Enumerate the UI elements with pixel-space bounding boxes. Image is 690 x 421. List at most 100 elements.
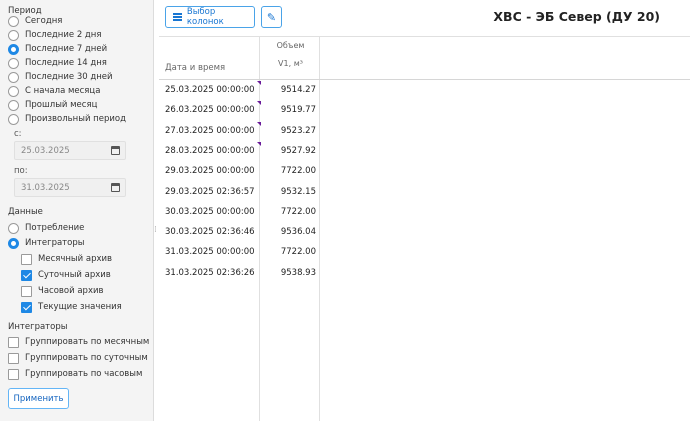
- to-date-field[interactable]: 31.03.2025: [14, 178, 126, 197]
- calendar-icon[interactable]: [111, 146, 120, 155]
- volume-cell: 9538.93: [280, 267, 316, 278]
- radio-icon[interactable]: [8, 99, 19, 111]
- group-hourly[interactable]: Группировать по часовым: [8, 368, 142, 380]
- date-cell: 31.03.2025 00:00:00: [165, 247, 255, 258]
- period-option-label: Последние 30 дней: [25, 72, 113, 82]
- volume-cell: 7722.00: [280, 166, 316, 177]
- table-row[interactable]: 29.03.2025 00:00:00 7722.00: [159, 162, 319, 182]
- checkbox-icon[interactable]: [21, 253, 32, 265]
- table-row[interactable]: 31.03.2025 00:00:00 7722.00: [159, 243, 319, 263]
- period-option-label: Последние 2 дня: [25, 30, 102, 40]
- date-cell: 26.03.2025 00:00:00: [165, 105, 255, 116]
- from-date-field[interactable]: 25.03.2025: [14, 141, 126, 160]
- period-option-month-start[interactable]: С начала месяца: [8, 85, 100, 97]
- volume-cell: 9514.27: [280, 85, 316, 95]
- radio-icon[interactable]: [8, 29, 19, 41]
- table-row[interactable]: 29.03.2025 02:36:57 9532.15: [159, 183, 319, 203]
- period-option-label: Прошлый месяц: [25, 100, 98, 110]
- checkbox-icon[interactable]: [8, 336, 19, 348]
- archive-label: Месячный архив: [38, 254, 113, 264]
- radio-icon[interactable]: [8, 113, 19, 125]
- radio-icon[interactable]: [8, 85, 19, 97]
- filter-sidebar: Период Сегодня Последние 2 дня Последние…: [0, 0, 154, 421]
- cell-marker-icon: [257, 81, 261, 85]
- group-daily[interactable]: Группировать по суточным: [8, 352, 148, 364]
- date-cell: 25.03.2025 00:00:00: [165, 85, 255, 95]
- period-option-2-days[interactable]: Последние 2 дня: [8, 29, 101, 41]
- date-column-header[interactable]: Дата и время: [165, 63, 225, 73]
- archive-label: Текущие значения: [38, 302, 122, 312]
- archive-daily[interactable]: Суточный архив: [21, 269, 111, 281]
- header-divider: [159, 79, 690, 80]
- table-row[interactable]: 26.03.2025 00:00:00 9519.77: [159, 101, 319, 121]
- list-icon: [173, 13, 182, 21]
- group-monthly[interactable]: Группировать по месячным: [8, 336, 149, 348]
- checkbox-icon[interactable]: [8, 352, 19, 364]
- date-cell: 30.03.2025 00:00:00: [165, 206, 255, 217]
- radio-selected-icon[interactable]: [8, 237, 19, 249]
- calendar-icon[interactable]: [111, 183, 120, 192]
- period-option-label: С начала месяца: [25, 86, 101, 96]
- period-option-label: Произвольный период: [25, 114, 126, 124]
- period-option-label: Сегодня: [25, 16, 63, 26]
- archive-hourly[interactable]: Часовой архив: [21, 285, 104, 297]
- integrators-title: Интеграторы: [8, 322, 68, 332]
- date-cell: 29.03.2025 00:00:00: [165, 166, 255, 177]
- period-option-label: Последние 14 дня: [25, 58, 107, 68]
- radio-icon[interactable]: [8, 15, 19, 27]
- volume-cell: 9536.04: [280, 227, 316, 238]
- column-divider[interactable]: [319, 37, 320, 421]
- cell-marker-icon: [257, 101, 261, 106]
- data-option-consumption[interactable]: Потребление: [8, 222, 84, 234]
- group-label: Группировать по суточным: [25, 353, 148, 363]
- checkbox-icon[interactable]: [21, 285, 32, 297]
- data-option-integrators[interactable]: Интеграторы: [8, 237, 84, 249]
- checkbox-icon[interactable]: [8, 368, 19, 380]
- to-date-label: по:: [14, 166, 28, 176]
- date-cell: 31.03.2025 02:36:26: [165, 267, 255, 278]
- period-option-custom[interactable]: Произвольный период: [8, 113, 126, 125]
- radio-icon[interactable]: [8, 222, 19, 234]
- date-cell: 30.03.2025 02:36:46: [165, 227, 255, 238]
- archive-monthly[interactable]: Месячный архив: [21, 253, 112, 265]
- radio-selected-icon[interactable]: [8, 43, 19, 55]
- radio-icon[interactable]: [8, 71, 19, 83]
- page-title: ХВС - ЭБ Север (ДУ 20): [493, 9, 660, 24]
- table-row[interactable]: 30.03.2025 00:00:00 7722.00: [159, 203, 319, 223]
- date-cell: 27.03.2025 00:00:00: [165, 125, 255, 136]
- period-option-today[interactable]: Сегодня: [8, 15, 62, 27]
- volume-group-header: Объем: [276, 41, 305, 50]
- period-option-14-days[interactable]: Последние 14 дня: [8, 57, 107, 69]
- volume-cell: 9532.15: [280, 186, 316, 197]
- apply-button[interactable]: Применить: [8, 388, 69, 409]
- checkbox-checked-icon[interactable]: [21, 269, 32, 281]
- archive-label: Часовой архив: [38, 286, 104, 296]
- from-date-label: с:: [14, 129, 22, 139]
- column-select-label: Выбор колонок: [186, 7, 224, 27]
- period-option-label: Последние 7 дней: [25, 44, 108, 54]
- volume-cell: 9527.92: [280, 145, 316, 156]
- checkbox-checked-icon[interactable]: [21, 301, 32, 313]
- date-cell: 28.03.2025 00:00:00: [165, 145, 255, 156]
- data-option-label: Потребление: [25, 223, 85, 233]
- table-row[interactable]: 27.03.2025 00:00:00 9523.27: [159, 121, 319, 142]
- table-row[interactable]: 28.03.2025 00:00:00 9527.92: [159, 141, 319, 162]
- volume-cell: 7722.00: [280, 206, 316, 217]
- radio-icon[interactable]: [8, 57, 19, 69]
- table-row[interactable]: 31.03.2025 02:36:26 9538.93: [159, 264, 319, 284]
- table-row[interactable]: 25.03.2025 00:00:00 9514.27: [159, 81, 319, 101]
- period-option-last-month[interactable]: Прошлый месяц: [8, 99, 97, 111]
- toolbar: Выбор колонок ✎ ХВС - ЭБ Север (ДУ 20): [159, 0, 690, 36]
- volume-cell: 7722.00: [280, 247, 316, 258]
- column-select-button[interactable]: Выбор колонок: [165, 6, 255, 28]
- volume-column-header[interactable]: V1, м³: [262, 59, 319, 68]
- period-option-7-days[interactable]: Последние 7 дней: [8, 43, 107, 55]
- archive-current[interactable]: Текущие значения: [21, 301, 122, 313]
- data-table: Объем V1, м³ Дата и время 25.03.2025 00:…: [159, 36, 690, 421]
- data-title: Данные: [8, 207, 43, 217]
- cell-marker-icon: [257, 141, 261, 146]
- edit-button[interactable]: ✎: [261, 6, 282, 28]
- table-row[interactable]: 30.03.2025 02:36:46 9536.04: [159, 223, 319, 243]
- date-cell: 29.03.2025 02:36:57: [165, 186, 255, 197]
- period-option-30-days[interactable]: Последние 30 дней: [8, 71, 113, 83]
